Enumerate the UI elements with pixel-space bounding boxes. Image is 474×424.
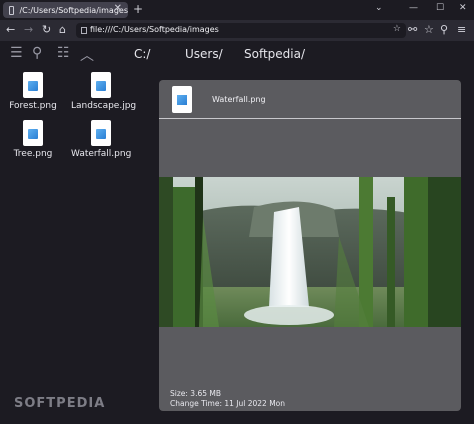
address-bar[interactable]: file:///C:/Users/Softpedia/images ☆ xyxy=(76,23,406,38)
forward-arrow-icon[interactable]: → xyxy=(24,23,33,36)
bookmark-star-icon[interactable]: ☆ xyxy=(393,24,401,34)
up-chevron-icon[interactable]: ︿ xyxy=(80,45,94,65)
image-file-icon xyxy=(91,72,111,98)
maximize-icon[interactable]: ☐ xyxy=(436,3,444,13)
bookmark-star-icon[interactable]: ☆ xyxy=(424,23,434,36)
file-item-tree[interactable]: Tree.png xyxy=(3,120,63,159)
file-icon xyxy=(81,27,87,34)
file-item-forest[interactable]: Forest.png xyxy=(3,72,63,111)
translate-icon[interactable]: ⚯ xyxy=(408,23,417,36)
file-name: Forest.png xyxy=(9,101,57,111)
list-view-icon[interactable]: ☷ xyxy=(57,45,70,61)
extensions-icon[interactable]: ⚲ xyxy=(440,23,448,36)
browser-tab-bar: /C:/Users/Softpedia/images ✕ + ⌄ — ☐ ✕ xyxy=(0,0,474,20)
app-toolbar: ☰ ⚲ ☷ ︿ C:/ Users/ Softpedia/ xyxy=(0,42,474,66)
browser-tab[interactable]: /C:/Users/Softpedia/images ✕ xyxy=(3,2,128,18)
close-tab-icon[interactable]: ✕ xyxy=(114,3,122,14)
file-name: Tree.png xyxy=(13,149,53,159)
file-item-waterfall[interactable]: Waterfall.png xyxy=(71,120,131,159)
image-file-icon xyxy=(23,120,43,146)
back-arrow-icon[interactable]: ← xyxy=(6,23,15,36)
home-icon[interactable]: ⌂ xyxy=(59,23,66,36)
url-text[interactable]: file:///C:/Users/Softpedia/images xyxy=(90,25,219,34)
divider xyxy=(159,118,461,119)
breadcrumb-c-drive[interactable]: C:/ xyxy=(134,47,150,61)
new-tab-button[interactable]: + xyxy=(133,2,143,16)
file-item-landscape[interactable]: Landscape.jpg xyxy=(71,72,137,111)
dropdown-chevron-icon[interactable]: ⌄ xyxy=(375,3,383,13)
navigation-bar: ← → ↻ ⌂ file:///C:/Users/Softpedia/image… xyxy=(0,20,474,41)
image-file-icon xyxy=(172,86,192,113)
search-icon[interactable]: ⚲ xyxy=(32,45,42,61)
preview-panel: Waterfall.png Size: 3.65 MB Change Time:… xyxy=(159,80,461,411)
image-file-icon xyxy=(23,72,43,98)
file-name: Landscape.jpg xyxy=(71,101,137,111)
menu-icon[interactable]: ≡ xyxy=(457,23,466,36)
breadcrumb-users[interactable]: Users/ xyxy=(185,47,223,61)
change-time-text: Change Time: 11 Jul 2022 Mon xyxy=(170,399,286,408)
page-icon xyxy=(9,5,15,15)
tab-title: /C:/Users/Softpedia/images xyxy=(19,5,128,15)
image-file-icon xyxy=(91,120,111,146)
window-close-icon[interactable]: ✕ xyxy=(459,3,467,13)
file-name: Waterfall.png xyxy=(71,149,132,159)
hamburger-menu-icon[interactable]: ☰ xyxy=(10,45,23,61)
minimize-icon[interactable]: — xyxy=(409,3,418,13)
softpedia-watermark: SOFTPEDIA xyxy=(14,396,106,411)
waterfall-preview-image xyxy=(159,177,461,327)
preview-file-name: Waterfall.png xyxy=(212,95,266,104)
reload-icon[interactable]: ↻ xyxy=(42,23,51,36)
breadcrumb-softpedia[interactable]: Softpedia/ xyxy=(244,47,305,61)
file-size-text: Size: 3.65 MB xyxy=(170,389,222,398)
